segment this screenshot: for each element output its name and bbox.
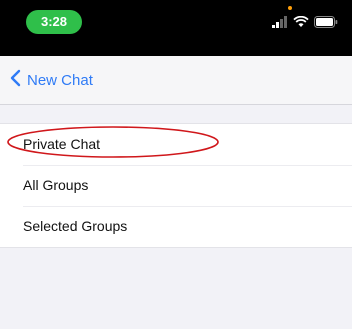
wifi-icon (293, 16, 309, 28)
status-icons (272, 13, 338, 31)
option-private-chat[interactable]: Private Chat (0, 124, 352, 165)
status-bar: 3:28 (0, 0, 352, 56)
back-button[interactable]: New Chat (10, 68, 93, 92)
status-time: 3:28 (26, 10, 82, 34)
option-all-groups[interactable]: All Groups (0, 165, 352, 206)
back-button-label: New Chat (27, 71, 93, 89)
screen: 3:28 New Chat Private Chat All Groups Se… (0, 0, 352, 329)
signal-icon (272, 16, 288, 28)
battery-icon (314, 16, 338, 28)
navigation-bar: New Chat (0, 56, 352, 105)
option-selected-groups[interactable]: Selected Groups (0, 206, 352, 247)
chat-type-list: Private Chat All Groups Selected Groups (0, 123, 352, 248)
chevron-left-icon (10, 69, 21, 92)
privacy-indicator-dot (288, 6, 292, 10)
